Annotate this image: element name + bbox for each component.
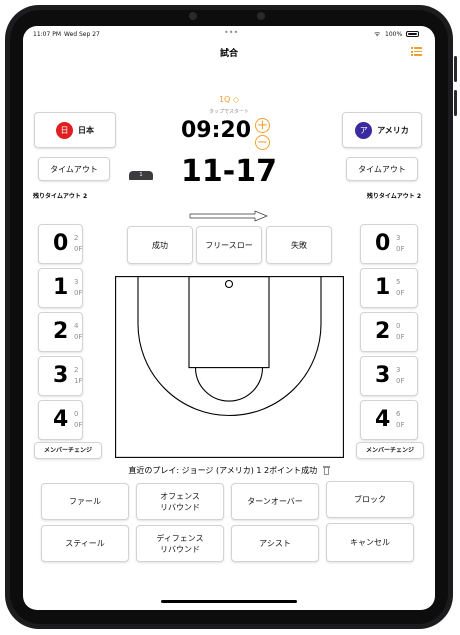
wifi-icon: ᯤ [374,30,381,38]
player-fouls: 0F [74,289,83,297]
home-player-4[interactable]: 4 0 0F [38,400,83,440]
status-time: 11:07 PM [33,31,61,38]
offensive-rebound-button[interactable]: オフェンス リバウンド [136,483,224,520]
free-throw-button[interactable]: フリースロー [196,226,262,264]
missed-shot-button[interactable]: 失敗 [266,226,332,264]
player-points: 4 [74,322,79,330]
home-team-badge: 日 [56,121,73,139]
away-player-4[interactable]: 4 6 0F [360,400,418,440]
home-player-2[interactable]: 2 4 0F [38,312,83,352]
player-number: 4 [375,407,391,432]
player-points: 2 [74,234,79,242]
player-points: 3 [74,278,79,286]
list-icon[interactable] [411,46,422,56]
away-player-2[interactable]: 2 0 0F [360,312,418,352]
home-member-change-button[interactable]: メンバーチェンジ [34,442,102,459]
away-member-change-button[interactable]: メンバーチェンジ [356,442,424,459]
player-number: 3 [375,363,391,388]
player-number: 0 [375,231,391,256]
minus-icon[interactable]: − [255,135,270,150]
player-fouls: 0F [74,421,83,429]
home-team-button[interactable]: 日 日本 [34,112,116,148]
player-number: 0 [53,231,69,256]
volume-button [454,56,457,82]
page-title: 試合 [219,49,238,59]
player-number: 1 [53,275,69,300]
defensive-rebound-button[interactable]: ディフェンス リバウンド [136,525,224,562]
defensive-rebound-label: ディフェンス リバウンド [156,533,204,554]
away-timeouts-left: 残りタイムアウト 2 [366,193,421,200]
away-team-badge: ア [355,121,373,139]
steal-button[interactable]: スティール [41,525,129,562]
player-fouls: 0F [74,333,83,341]
basketball-court[interactable] [115,276,344,458]
away-player-0[interactable]: 0 3 0F [360,224,418,264]
plus-icon[interactable]: + [255,118,270,133]
player-fouls: 0F [396,377,405,385]
player-number: 2 [53,319,69,344]
player-points: 6 [396,410,401,418]
player-points: 2 [74,366,79,374]
player-number: 3 [53,363,69,388]
player-fouls: 0F [396,289,405,297]
camera-icon [189,12,197,20]
player-fouls: 0F [396,245,405,253]
battery-icon [406,31,419,37]
status-date: Wed Sep 27 [64,31,100,38]
player-fouls: 1F [74,377,83,385]
home-player-3[interactable]: 3 2 1F [38,356,83,396]
trash-icon[interactable] [322,466,330,475]
player-fouls: 0F [396,421,405,429]
away-player-3[interactable]: 3 3 0F [360,356,418,396]
foul-button[interactable]: ファール [41,483,129,520]
player-fouls: 0F [74,245,83,253]
away-team-name: アメリカ [377,125,409,135]
recent-play-text: 直近のプレイ: ジョージ (アメリカ) 1 2ポイント成功 [23,465,435,476]
away-team-button[interactable]: ア アメリカ [342,112,422,148]
player-points: 0 [74,410,79,418]
home-player-1[interactable]: 1 3 0F [38,268,83,308]
direction-arrow-icon [189,210,268,222]
player-number: 1 [375,275,391,300]
recent-play-label: 直近のプレイ: ジョージ (アメリカ) 1 2ポイント成功 [128,466,318,475]
home-indicator[interactable] [161,600,297,603]
cancel-button[interactable]: キャンセル [326,523,414,562]
sensor-icon [257,12,265,20]
battery-percent: 100% [385,31,403,38]
player-points: 0 [396,322,401,330]
player-number: 4 [53,407,69,432]
made-shot-button[interactable]: 成功 [127,226,193,264]
player-number: 2 [375,319,391,344]
power-button [454,90,457,116]
player-points: 5 [396,278,401,286]
multitask-dots[interactable]: ••• [224,28,238,37]
home-timeouts-left: 残りタイムアウト 2 [33,193,88,200]
home-player-0[interactable]: 0 2 0F [38,224,83,264]
player-points: 3 [396,234,401,242]
away-player-1[interactable]: 1 5 0F [360,268,418,308]
home-team-name: 日本 [78,125,94,135]
player-fouls: 0F [396,333,405,341]
game-score: 11-17 [181,154,277,189]
game-clock[interactable]: 09:20 [181,118,251,143]
turnover-button[interactable]: ターンオーバー [231,483,319,520]
quarter-selector[interactable]: 1Q ◇ [23,95,435,104]
player-points: 3 [396,366,401,374]
assist-button[interactable]: アシスト [231,525,319,562]
app-screen: 11:07 PM Wed Sep 27 ••• ᯤ 100% 試合 1Q ◇ タ… [23,26,435,610]
block-button[interactable]: ブロック [326,481,414,518]
offensive-rebound-label: オフェンス リバウンド [160,491,200,512]
